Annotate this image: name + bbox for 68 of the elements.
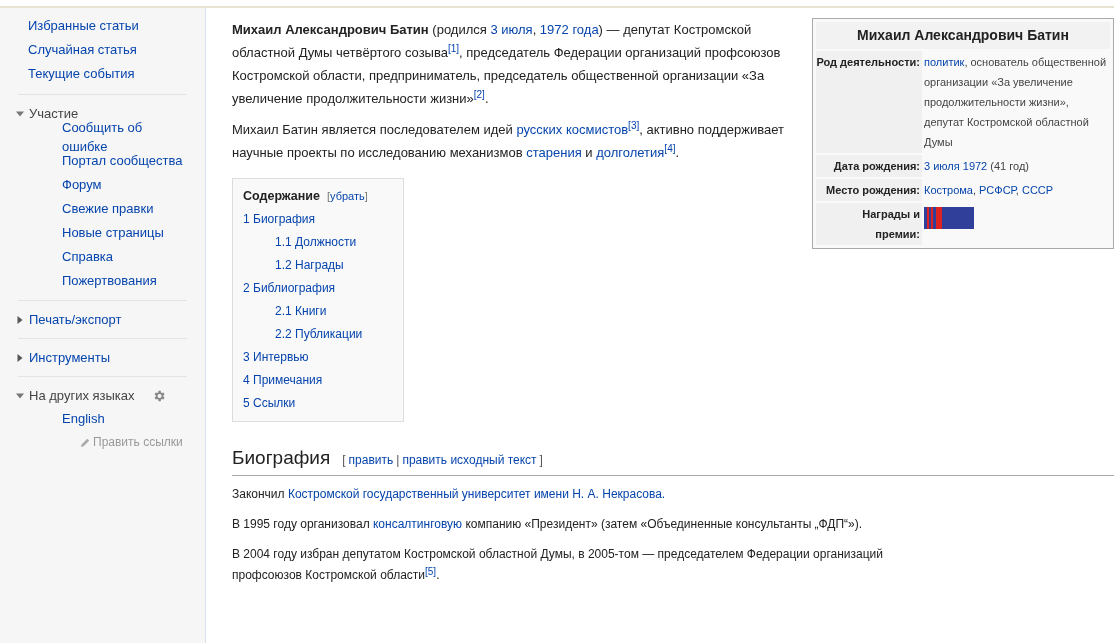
text-link[interactable]: русских космистов — [516, 122, 629, 137]
text-link[interactable]: РСФСР — [979, 184, 1016, 196]
infobox-value: политик, основатель общественной организации «За увеличение продолжительности жизни», депутат Костромской областной Думы — [924, 55, 1108, 150]
bracket: [ — [342, 451, 346, 469]
expanded-triangle-icon[interactable] — [16, 110, 24, 118]
toc-link[interactable]: 4 Примечания — [243, 371, 323, 390]
sidebar-heading[interactable]: Печать/экспорт — [29, 310, 122, 330]
edit-link[interactable]: править — [348, 450, 394, 469]
edit-source-link[interactable]: править исходный текст — [402, 450, 537, 469]
reference-link[interactable]: [1] — [447, 43, 460, 55]
infobox-label: Дата рождения: — [816, 155, 922, 177]
sidebar-link[interactable]: Избранные статьи — [28, 16, 139, 36]
paragraph: В 2004 году избран депутатом Костромской областной Думы, в 2005-том — председателем Федерации организаций профсоюзов Костромской области$^{[5]}$. — [232, 546, 884, 585]
infobox-label: Награды и премии: — [816, 203, 922, 245]
separator: | — [396, 451, 400, 469]
sidebar-link[interactable]: Текущие события — [28, 64, 135, 84]
pencil-icon — [80, 436, 91, 448]
bracket: ] — [539, 451, 543, 469]
toc-link[interactable]: 1.2 Награды — [275, 256, 344, 275]
bracket: ] — [364, 190, 368, 202]
reference-link[interactable]: [2] — [473, 89, 485, 101]
reference-link[interactable]: [4] — [664, 143, 676, 155]
expanded-triangle-icon[interactable] — [16, 392, 24, 400]
toc-link[interactable]: 2.1 Книги — [275, 302, 327, 321]
toc-link[interactable]: 1.1 Должности — [275, 233, 357, 252]
toc-title: Содержание — [243, 188, 320, 205]
reference-link[interactable]: [3] — [628, 120, 640, 132]
sidebar-heading[interactable]: Участие — [29, 104, 79, 124]
text-link[interactable]: консалтинговую — [373, 517, 463, 532]
toc-link[interactable]: 2.2 Публикации — [275, 325, 363, 344]
paragraph: Закончил Костромской государственный университет имени Н. А. Некрасова. — [232, 486, 667, 504]
reference-link[interactable]: [5] — [425, 565, 437, 577]
sidebar-heading[interactable]: На других языках — [29, 386, 135, 406]
collapsed-triangle-icon[interactable] — [16, 316, 24, 324]
infobox-title: Михаил Александрович Батин — [816, 22, 1110, 49]
infobox-value: 3 июля 1972 (41 год) — [924, 159, 1030, 174]
infobox-value: Кострома, РСФСР, СССР — [924, 183, 1055, 198]
toc-link[interactable]: 1 Биография — [243, 210, 316, 229]
text-link[interactable]: Кострома — [924, 184, 973, 196]
collapsed-triangle-icon[interactable] — [16, 354, 24, 362]
sidebar-link[interactable]: Справка — [62, 247, 113, 267]
toc-link[interactable]: 5 Ссылки — [243, 394, 296, 413]
text-link[interactable]: старения — [526, 145, 582, 160]
hide-toc-link[interactable]: убрать — [330, 190, 365, 202]
text-link[interactable]: 1972 года — [539, 22, 599, 37]
sidebar-link[interactable]: Пожертвования — [62, 271, 157, 291]
sidebar-link[interactable]: Новые страницы — [62, 223, 164, 243]
sidebar-link[interactable]: Форум — [62, 175, 102, 195]
sidebar-heading[interactable]: Инструменты — [29, 348, 111, 368]
award-ribbon-icon — [924, 207, 974, 229]
text-link[interactable]: 3 июля — [490, 22, 533, 37]
bracket: [ — [327, 190, 331, 202]
paragraph: Михаил Александрович Батин (родился 3 июля, 1972 года) — депутат Костромской областной Думы четвёртого созыва$^{[1]}$, председатель Федерации организаций профсоюзов Костромской области, предприниматель, председатель общественной организации «За увеличение продолжительности жизни»$^{[2]}$. — [232, 21, 782, 108]
infobox-label: Место рождения: — [816, 179, 922, 201]
sidebar-link[interactable]: Случайная статья — [28, 40, 137, 60]
sidebar-link[interactable]: Свежие правки — [62, 199, 154, 219]
paragraph: Михаил Батин является последователем идей русских космистов$^{[3]}$, активно поддерживает научные проекты по исследованию механизмов старения и долголетия$^{[4]}$. — [232, 119, 785, 162]
text-link[interactable]: СССР — [1021, 184, 1054, 196]
sidebar-link[interactable]: English — [62, 409, 105, 429]
toc-link[interactable]: 3 Интервью — [243, 348, 309, 367]
text-link[interactable]: 3 июля 1972 — [924, 160, 988, 172]
toc-link[interactable]: 2 Библиография — [243, 279, 336, 298]
paragraph: В 1995 году организовал консалтинговую компанию «Президент» (затем «Объединенные консультанты „ФДП“»). — [232, 516, 864, 534]
text-link[interactable]: Костромской государственный университет имени Н. А. Некрасова. — [287, 487, 666, 502]
section-heading: Биография — [232, 445, 331, 470]
infobox-label: Род деятельности: — [816, 51, 922, 153]
text-link[interactable]: долголетия — [596, 145, 665, 160]
sidebar-link[interactable]: Портал сообщества — [62, 151, 183, 171]
